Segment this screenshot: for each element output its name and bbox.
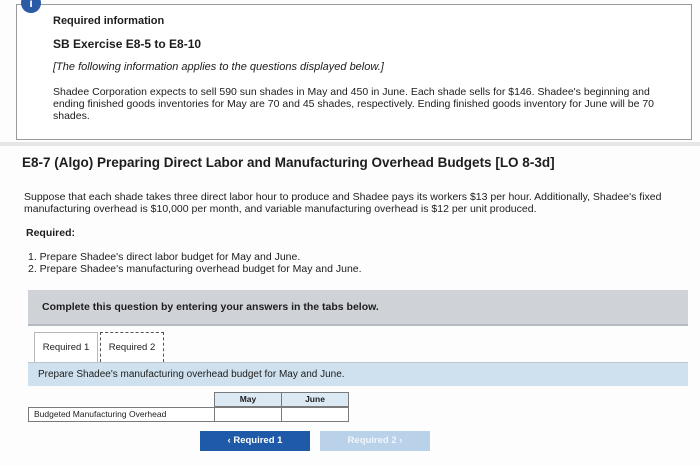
required-information-box: i Required information SB Exercise E8-5 … [16,0,692,140]
tab-required-2[interactable]: Required 2 [100,332,164,362]
row-label-budgeted-overhead: Budgeted Manufacturing Overhead [28,407,215,422]
column-header-may: May [214,392,282,407]
prev-required-1-button[interactable]: ‹ Required 1 [200,431,310,451]
instructions-text: Complete this question by entering your … [42,301,379,313]
overhead-budget-table: May June Budgeted Manufacturing Overhead [28,392,350,422]
june-overhead-input[interactable] [281,407,349,422]
panel-prompt: Prepare Shadee's manufacturing overhead … [38,369,345,380]
required-list: 1. Prepare Shadee's direct labor budget … [28,251,362,275]
section-divider [0,142,700,146]
required-item-1: 1. Prepare Shadee's direct labor budget … [28,251,301,263]
tab-required-1[interactable]: Required 1 [34,332,98,362]
required-label: Required: [26,227,76,239]
required-item-2: 2. Prepare Shadee's manufacturing overhe… [28,263,362,275]
instructions-bar: Complete this question by entering your … [28,290,688,326]
info-body: Shadee Corporation expects to sell 590 s… [53,86,655,122]
info-note: [The following information applies to th… [53,61,384,73]
exercise-title: SB Exercise E8-5 to E8-10 [53,37,202,51]
next-required-2-button[interactable]: Required 2 › [320,431,430,451]
question-title: E8-7 (Algo) Preparing Direct Labor and M… [22,155,555,170]
info-icon: i [21,0,41,13]
question-body: Suppose that each shade takes three dire… [24,191,662,215]
tab-panel-header: Prepare Shadee's manufacturing overhead … [28,362,688,386]
column-header-june: June [281,392,349,407]
may-overhead-input[interactable] [214,407,282,422]
info-title: Required information [53,15,165,27]
